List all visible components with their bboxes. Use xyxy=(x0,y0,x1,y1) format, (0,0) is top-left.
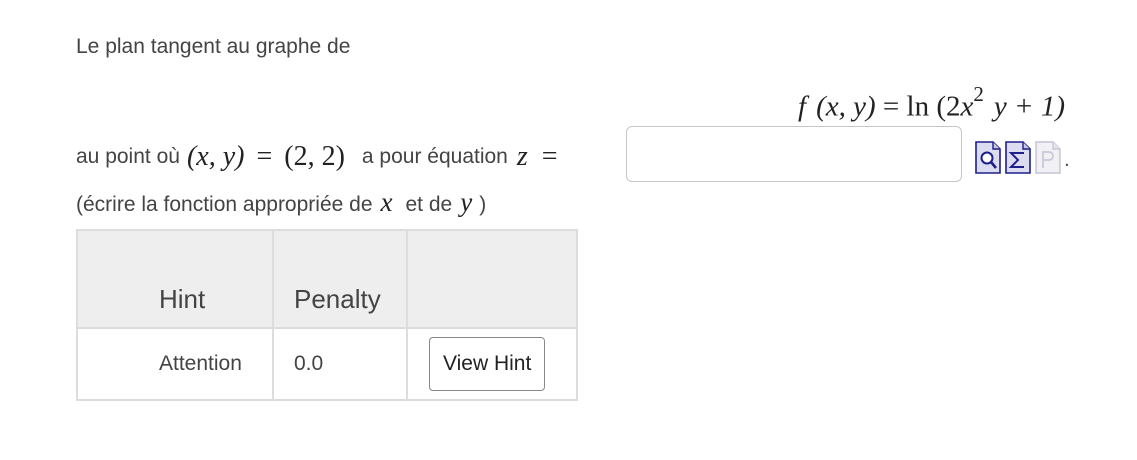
sentence-period: . xyxy=(1064,148,1070,171)
formula-f: f xyxy=(798,90,807,123)
formula-ln: ln xyxy=(906,90,930,123)
z-eq: = xyxy=(541,141,558,172)
formula-exponent: 2 xyxy=(973,82,984,106)
hint-penalty: 0.0 xyxy=(272,327,408,401)
equation-editor-icon[interactable] xyxy=(1005,141,1031,174)
question-instruction: (écrire la fonction appropriée de x et d… xyxy=(76,187,486,218)
hint-name: Attention xyxy=(76,327,274,401)
instruction-and: et de xyxy=(405,193,453,216)
instruction-close: ) xyxy=(479,193,487,216)
header-hint: Hint xyxy=(76,229,274,329)
point-rhs: (2, 2) xyxy=(284,141,345,172)
point-lhs: (x, y) xyxy=(186,141,245,172)
z-variable: z xyxy=(516,141,528,172)
formula-open: (2 xyxy=(936,90,961,123)
answer-tools xyxy=(975,141,1061,174)
point-eq: = xyxy=(256,141,273,172)
hint-action-cell: View Hint xyxy=(406,327,578,401)
hints-table: Hint Penalty Attention 0.0 View Hint xyxy=(76,229,578,401)
hints-header-row: Hint Penalty xyxy=(76,229,578,329)
formula-args: (x, y) xyxy=(816,90,876,123)
answer-input[interactable] xyxy=(626,126,962,182)
question-intro: Le plan tangent au graphe de xyxy=(76,35,351,58)
pdf-icon[interactable] xyxy=(1035,141,1061,174)
formula-eq: = xyxy=(882,90,900,123)
header-action xyxy=(406,229,578,329)
instruction-y: y xyxy=(460,187,473,217)
instruction-open: (écrire la fonction appropriée de xyxy=(76,193,373,216)
equation-label: a pour équation xyxy=(361,145,508,168)
formula-x: x xyxy=(960,90,974,123)
formula-rest: y + 1) xyxy=(993,90,1065,123)
function-formula: f (x, y) = ln (2x2 y + 1) xyxy=(798,80,1065,125)
view-hint-button[interactable]: View Hint xyxy=(429,337,546,391)
question-line-point: au point où (x, y) = (2, 2) a pour équat… xyxy=(76,138,558,176)
instruction-x: x xyxy=(380,187,393,217)
header-penalty: Penalty xyxy=(272,229,408,329)
point-prefix: au point où xyxy=(76,145,180,168)
preview-icon[interactable] xyxy=(975,141,1001,174)
table-row: Attention 0.0 View Hint xyxy=(76,327,578,401)
